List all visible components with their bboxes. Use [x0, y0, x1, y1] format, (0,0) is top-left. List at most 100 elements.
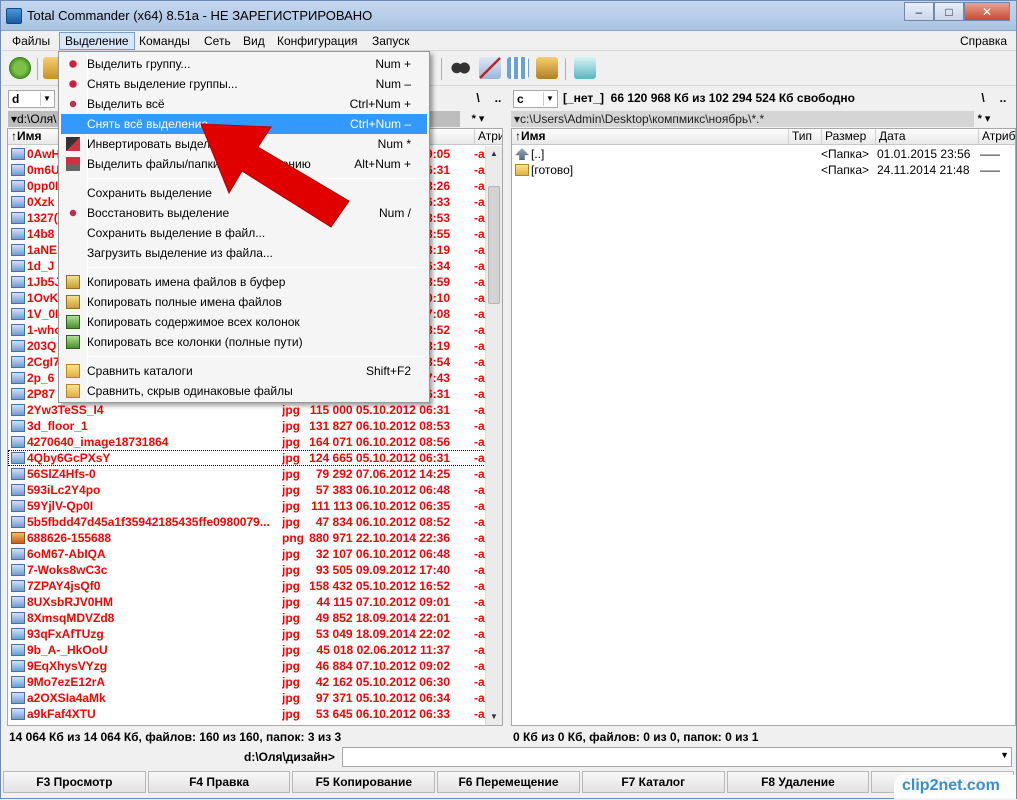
total-commander-window: Total Commander (x64) 8.51a - НЕ ЗАРЕГИС… — [0, 0, 1017, 799]
menu-item[interactable]: Выделить всё Ctrl+Num + — [61, 94, 427, 114]
right-col-size[interactable]: Размер — [821, 129, 866, 144]
binoculars-icon[interactable] — [449, 57, 471, 79]
menu-help[interactable]: Справка — [955, 32, 1012, 50]
function-key-bar: F3 Просмотр F4 Правка F5 Копирование F6 … — [2, 771, 1015, 795]
table-row[interactable]: 4270640_image18731864 jpg 164 071 06.10.20… — [8, 434, 502, 450]
left-filter[interactable]: * ▾ — [471, 111, 485, 127]
right-col-date[interactable]: Дата — [875, 129, 906, 144]
table-row[interactable]: 8UXsbRJV0HM jpg 44 115 07.10.2012 09:01 -a- — [8, 594, 502, 610]
left-up-button[interactable]: .. — [491, 90, 505, 106]
table-row[interactable]: 93qFxAfTUzg jpg 53 049 18.09.2014 22:02 -a- — [8, 626, 502, 642]
right-col-attr[interactable]: Атрибу — [978, 129, 1015, 144]
table-row[interactable]: 2Yw3TeSS_I4 jpg 115 000 05.10.2012 06:31 -a… — [8, 402, 502, 418]
table-row[interactable]: 56SlZ4Hfs-0 jpg 79 292 07.06.2012 14:25 -a- — [8, 466, 502, 482]
table-row[interactable]: 7-Woks8wC3c jpg 93 505 09.09.2012 17:40 -a- — [8, 562, 502, 578]
left-root-button[interactable]: \ — [471, 90, 485, 106]
menu-item[interactable]: Копировать все колонки (полные пути) — [61, 332, 427, 352]
folder-name: [готово] — [531, 163, 574, 177]
table-row[interactable]: [..] <Папка> 01.01.2015 23:56 —— — [512, 146, 1015, 162]
right-col-name[interactable]: ↑Имя — [512, 129, 546, 144]
menu-commands[interactable]: Команды — [134, 32, 195, 50]
menu-item[interactable]: Копировать имена файлов в буфер — [61, 272, 427, 292]
image-file-icon — [11, 628, 25, 640]
menu-item-label: Выделить всё — [87, 97, 165, 111]
table-row[interactable]: 688626-155688 png 880 971 22.10.2014 22:36… — [8, 530, 502, 546]
notepad-icon[interactable] — [574, 57, 596, 79]
f5-copy-button[interactable]: F5 Копирование — [292, 771, 436, 793]
menu-item[interactable]: Восстановить выделение Num / — [61, 203, 427, 223]
right-file-panel[interactable]: ↑Имя Тип Размер Дата Атрибу [..] <Папка> 0… — [511, 128, 1016, 726]
table-row[interactable]: 9EqXhysVYzg jpg 46 884 07.10.2012 09:02 -a- — [8, 658, 502, 674]
left-scrollbar[interactable]: ▲ ▼ — [485, 146, 502, 725]
table-row[interactable]: 3d_floor_1 jpg 131 827 06.10.2012 08:53 -a- — [8, 418, 502, 434]
left-col-attr[interactable]: Атри — [474, 129, 502, 144]
left-drive-letter: d — [12, 92, 20, 106]
f7-mkdir-button[interactable]: F7 Каталог — [581, 771, 725, 793]
table-row[interactable]: a2OXSIa4aMk jpg 97 371 05.10.2012 06:34 -a- — [8, 690, 502, 706]
menu-item[interactable]: Загрузить выделение из файла... — [61, 243, 427, 263]
menu-network[interactable]: Сеть — [199, 32, 236, 50]
table-row[interactable]: 593iLc2Y4po jpg 57 383 06.10.2012 06:48 -a- — [8, 482, 502, 498]
table-row[interactable]: 6oM67-AbIQA jpg 32 107 06.10.2012 06:48 -a- — [8, 546, 502, 562]
menu-item[interactable]: Сравнить каталоги Shift+F2 — [61, 361, 427, 381]
table-row[interactable]: 7ZPAY4jsQf0 jpg 158 432 05.10.2012 16:52 -a… — [8, 578, 502, 594]
maximize-button[interactable]: □ — [934, 2, 964, 21]
menu-selection[interactable]: Выделение — [59, 32, 135, 50]
menu-item[interactable]: Снять выделение группы... Num – — [61, 74, 427, 94]
table-row[interactable]: 9b_A-_HkOoU jpg 45 018 02.06.2012 11:37 -a- — [8, 642, 502, 658]
menu-item[interactable]: Снять всё выделение Ctrl+Num – — [61, 114, 427, 134]
file-date: 06.10.2012 08:56 — [355, 435, 450, 449]
ftp-icon[interactable] — [536, 57, 558, 79]
menu-item[interactable]: Сохранить выделение — [61, 183, 427, 203]
f3-view-button[interactable]: F3 Просмотр — [3, 771, 146, 793]
right-filter[interactable]: * ▾ — [977, 111, 991, 127]
f6-move-button[interactable]: F6 Перемещение — [437, 771, 580, 793]
sync-dirs-icon[interactable] — [507, 57, 529, 79]
menu-item[interactable]: Копировать полные имена файлов — [61, 292, 427, 312]
table-row[interactable]: 9Mo7ezE12rA jpg 42 162 05.10.2012 06:30 -a- — [8, 674, 502, 690]
menu-files[interactable]: Файлы — [7, 32, 55, 50]
scroll-up-icon[interactable]: ▲ — [486, 146, 502, 162]
refresh-icon[interactable] — [9, 57, 31, 79]
table-row[interactable]: 8XmsqMDVZd8 jpg 49 852 18.09.2014 22:01 -a- — [8, 610, 502, 626]
right-root-button[interactable]: \ — [976, 90, 990, 106]
menu-launch[interactable]: Запуск — [367, 32, 415, 50]
right-col-type[interactable]: Тип — [788, 129, 812, 144]
menu-configuration[interactable]: Конфигурация — [272, 32, 363, 50]
f8-delete-button[interactable]: F8 Удаление — [726, 771, 870, 793]
scroll-thumb[interactable] — [488, 186, 500, 304]
chevron-down-icon[interactable]: ▼ — [1000, 750, 1009, 760]
right-column-header: ↑Имя Тип Размер Дата Атрибу — [512, 129, 1015, 145]
table-row[interactable]: 59YjlV-Qp0I jpg 111 113 06.10.2012 06:35 -a… — [8, 498, 502, 514]
image-file-icon — [11, 596, 25, 608]
menu-item[interactable]: Выделить группу... Num + — [61, 54, 427, 74]
file-size-date: 115 000 05.10.2012 06:31 — [280, 402, 450, 418]
menu-item[interactable]: Сравнить, скрыв одинаковые файлы — [61, 381, 427, 401]
table-row[interactable]: [готово] <Папка> 24.11.2014 21:48 —— — [512, 162, 1015, 178]
right-path-bar[interactable]: ▾c:\Users\Admin\Desktop\компмикс\ноябрь\… — [511, 111, 974, 127]
table-row[interactable]: a9kFaf4XTU jpg 53 645 06.10.2012 06:33 -a- — [8, 706, 502, 722]
menu-item[interactable]: Копировать содержимое всех колонок — [61, 312, 427, 332]
menu-view[interactable]: Вид — [238, 32, 270, 50]
file-size: 880 971 — [309, 531, 353, 545]
image-file-icon — [11, 276, 25, 288]
command-line-input[interactable]: ▼ — [342, 747, 1012, 767]
right-up-button[interactable]: .. — [996, 90, 1010, 106]
menu-item[interactable]: Сохранить выделение в файл... — [61, 223, 427, 243]
table-row[interactable]: 4Qby6GcPXsY jpg 124 665 05.10.2012 06:31 -a… — [8, 450, 502, 466]
menu-item[interactable]: Выделить файлы/папки по расширению Alt+Nu… — [61, 154, 427, 174]
file-size-date: 164 071 06.10.2012 08:56 — [280, 434, 450, 450]
menu-item[interactable]: Инвертировать выделение Num * — [61, 134, 427, 154]
left-drive-selector[interactable]: d ▼ — [8, 90, 55, 108]
f4-edit-button[interactable]: F4 Правка — [147, 771, 291, 793]
left-col-name[interactable]: ↑Имя — [8, 129, 42, 144]
file-name: 3d_floor_1 — [27, 419, 88, 433]
scroll-down-icon[interactable]: ▼ — [486, 709, 502, 725]
multi-rename-icon[interactable] — [479, 57, 501, 79]
file-date: 07.10.2012 09:01 — [355, 595, 450, 609]
right-drive-selector[interactable]: c ▼ — [513, 90, 558, 108]
minimize-button[interactable]: – — [904, 2, 934, 21]
table-row[interactable]: 5b5fbdd47d45a1f35942185435ffe0980079... j… — [8, 514, 502, 530]
menu-item-label: Копировать все колонки (полные пути) — [87, 335, 303, 349]
close-button[interactable]: ✕ — [964, 2, 1010, 21]
